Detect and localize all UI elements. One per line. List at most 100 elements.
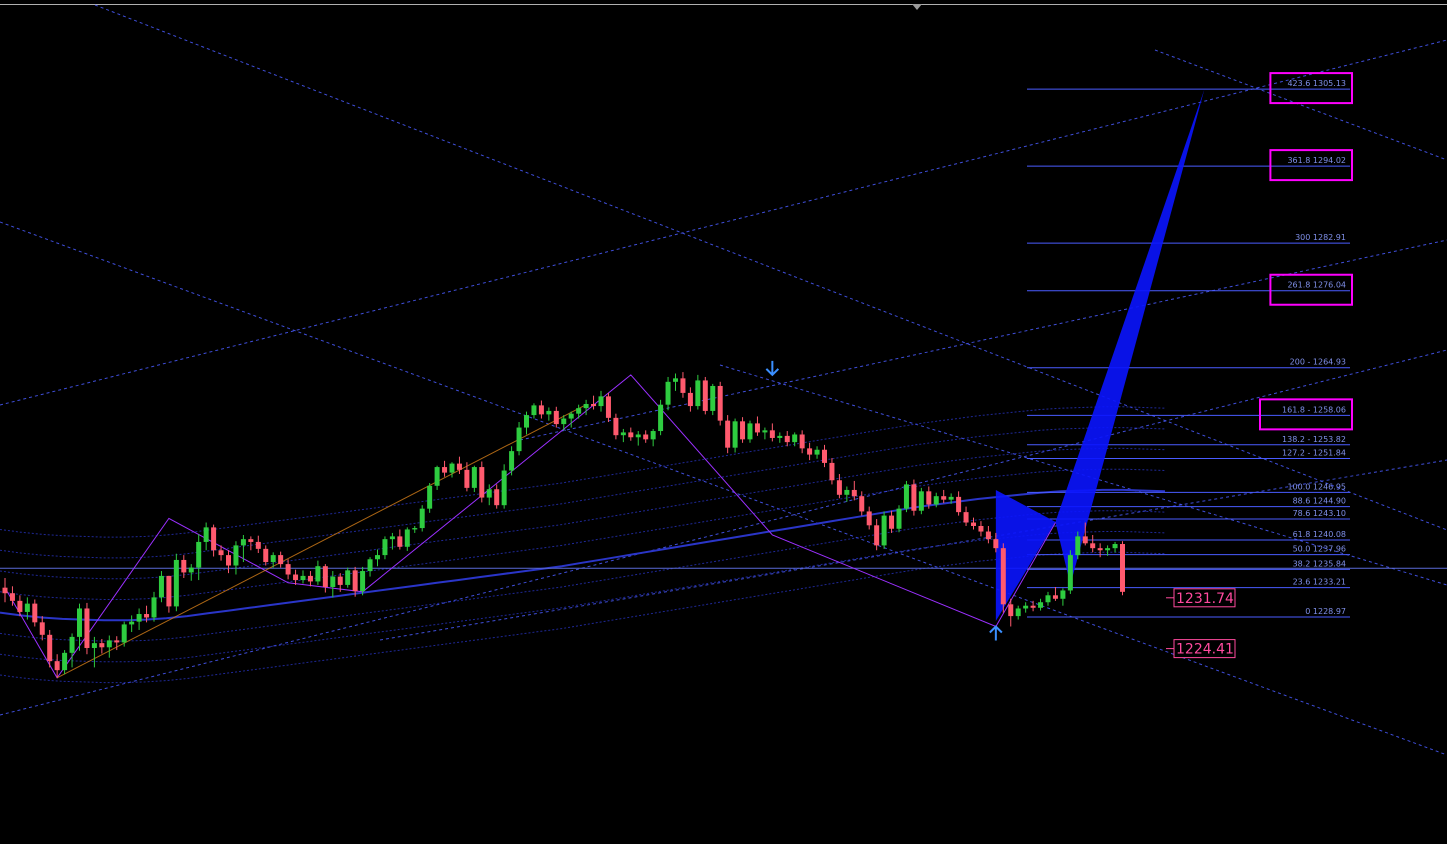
candle-body-11 [84, 608, 90, 648]
candle-body-55 [412, 528, 418, 530]
candle-body-80 [598, 396, 604, 407]
up-arrow-icon [989, 625, 1003, 641]
candle-body-40 [300, 575, 306, 581]
candle-body-70 [524, 415, 529, 428]
candle-body-129 [963, 512, 969, 523]
fib-label-0: 0 1228.97 [1305, 607, 1346, 616]
fib-label-23.6: 23.6 1233.21 [1293, 578, 1346, 587]
candle-body-66 [494, 489, 500, 506]
price-chart[interactable]: 423.6 1305.13 361.8 1294.02 300 1282.91 261… [0, 0, 1447, 844]
candle-body-68 [509, 451, 515, 471]
candle-body-137 [1023, 605, 1029, 609]
candle-body-107 [799, 434, 805, 449]
candle-body-25 [188, 567, 194, 573]
candle-body-65 [486, 489, 492, 498]
candle-body-124 [926, 491, 932, 505]
candle-body-85 [635, 434, 641, 438]
candle-body-95 [710, 385, 716, 411]
candle-body-146 [1090, 543, 1096, 549]
candle-body-134 [1000, 548, 1006, 605]
envelope-band-5 [0, 447, 1166, 580]
candle-body-37 [278, 555, 284, 565]
candle-body-92 [687, 392, 693, 407]
candle-body-94 [702, 380, 708, 411]
candle-body-31 [233, 545, 239, 566]
candle-body-34 [255, 541, 261, 549]
candle-body-63 [471, 467, 477, 488]
candle-body-91 [680, 378, 686, 393]
candle-body-38 [285, 564, 291, 575]
candle-body-51 [382, 539, 388, 556]
candle-body-84 [628, 432, 634, 438]
candle-body-104 [777, 435, 783, 438]
candle-body-29 [218, 550, 224, 556]
candle-body-8 [62, 652, 68, 671]
candle-body-116 [866, 511, 872, 526]
candle-body-101 [754, 423, 760, 433]
candle-body-42 [315, 566, 321, 582]
candle-body-141 [1052, 595, 1058, 599]
candle-body-73 [546, 410, 552, 415]
candle-body-133 [993, 539, 999, 549]
candle-body-149 [1112, 544, 1118, 549]
candle-body-90 [673, 378, 678, 382]
candle-body-43 [322, 566, 328, 587]
candle-body-10 [77, 608, 82, 637]
candle-body-119 [889, 515, 895, 529]
candle-body-83 [620, 432, 626, 436]
candle-body-98 [732, 421, 738, 448]
candle-body-61 [456, 463, 462, 470]
candle-body-128 [956, 496, 962, 513]
candle-body-97 [725, 420, 731, 448]
candle-body-89 [665, 381, 671, 405]
candle-body-113 [844, 489, 850, 495]
price-tag-label-2: 1224.41 [1176, 642, 1234, 658]
harmonic-pattern [995, 89, 1205, 621]
candle-body-39 [293, 574, 299, 581]
candle-body-150 [1120, 544, 1125, 592]
candle-body-93 [695, 380, 701, 407]
candle-body-35 [263, 548, 269, 563]
candle-body-4 [32, 603, 38, 623]
fib-label-261.8: 261.8 1276.04 [1287, 281, 1346, 290]
candle-body-100 [747, 423, 753, 440]
candle-body-144 [1075, 536, 1081, 556]
candle-body-41 [307, 575, 313, 582]
candle-body-2 [17, 600, 23, 612]
candle-body-140 [1045, 595, 1051, 603]
candlesticks [2, 372, 1125, 678]
fib-label-50.0: 50.0 1237.96 [1293, 545, 1346, 554]
candle-body-72 [538, 405, 544, 415]
candle-body-117 [874, 525, 880, 546]
pattern-leg-bcd [1055, 89, 1205, 585]
candle-body-103 [769, 430, 775, 438]
candle-body-44 [330, 576, 336, 587]
candle-body-53 [397, 536, 403, 547]
candle-body-17 [129, 621, 135, 625]
candle-body-14 [106, 640, 112, 648]
candle-body-67 [501, 470, 507, 506]
candle-body-99 [740, 421, 746, 440]
candle-body-114 [851, 489, 857, 497]
candle-body-138 [1030, 605, 1036, 608]
candle-body-105 [784, 435, 790, 443]
orange-trendline [56, 404, 587, 679]
candle-body-58 [434, 467, 440, 486]
candle-body-126 [941, 496, 947, 500]
candle-body-75 [561, 418, 567, 425]
channel-line-1 [94, 4, 1447, 531]
candle-body-24 [181, 559, 187, 573]
candle-body-56 [419, 508, 425, 529]
candle-body-16 [121, 624, 127, 643]
fib-label-78.6: 78.6 1243.10 [1293, 509, 1346, 518]
candle-body-48 [360, 571, 366, 592]
fib-label-300: 300 1282.91 [1295, 233, 1346, 242]
candle-body-49 [367, 559, 373, 572]
candle-body-46 [345, 570, 351, 585]
candle-body-23 [173, 559, 179, 607]
candle-body-145 [1082, 536, 1088, 544]
channel-line-7 [1154, 49, 1447, 161]
candle-body-74 [553, 410, 559, 425]
candle-body-7 [54, 661, 60, 671]
fib-label-38.2: 38.2 1235.84 [1293, 559, 1346, 568]
